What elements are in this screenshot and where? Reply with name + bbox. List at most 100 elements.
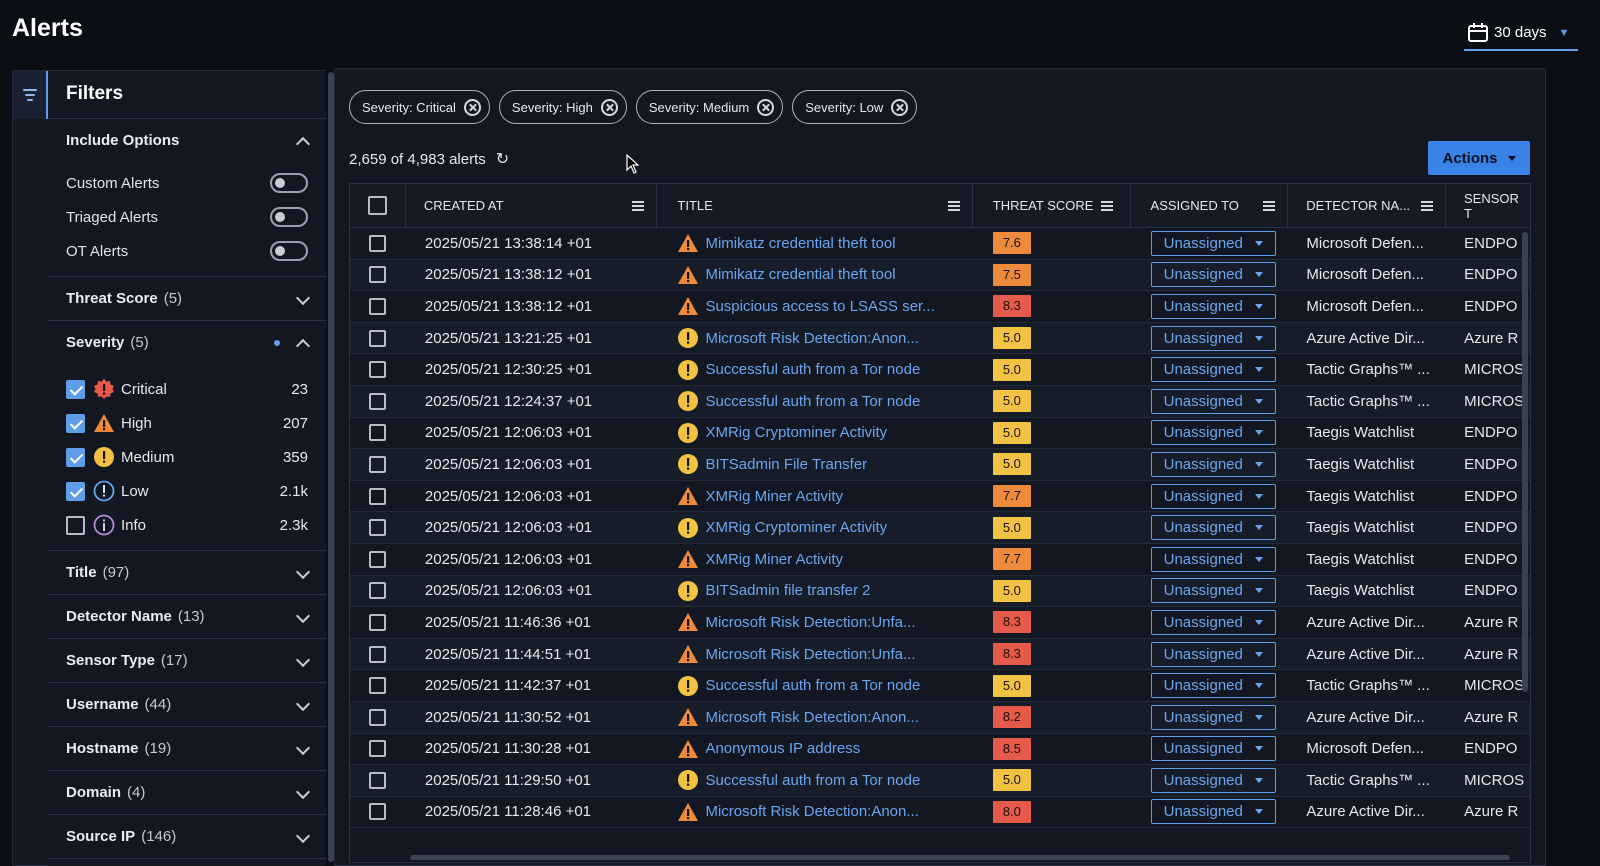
table-row[interactable]: 2025/05/21 13:38:12 +01 Mimikatz credenti… (350, 259, 1530, 292)
row-checkbox[interactable] (369, 645, 387, 663)
severity-checkbox[interactable] (66, 515, 85, 535)
assignee-dropdown[interactable]: Unassigned (1150, 451, 1277, 477)
filter-icon[interactable] (13, 71, 48, 119)
row-checkbox[interactable] (369, 613, 387, 631)
column-created-at[interactable]: CREATED AT (406, 184, 658, 227)
assignee-dropdown[interactable]: Unassigned (1150, 325, 1277, 351)
assignee-dropdown[interactable]: Unassigned (1150, 420, 1277, 446)
severity-item-medium[interactable]: Medium 359 (48, 440, 326, 474)
assignee-dropdown[interactable]: Unassigned (1150, 483, 1277, 509)
assignee-dropdown[interactable]: Unassigned (1150, 546, 1277, 572)
table-row[interactable]: 2025/05/21 11:46:36 +01 Microsoft Risk De… (350, 607, 1530, 639)
assignee-dropdown[interactable]: Unassigned (1150, 262, 1277, 288)
alert-title-link[interactable]: Anonymous IP address (705, 740, 860, 757)
sensor-type-header[interactable]: Sensor Type (17) (48, 639, 326, 682)
row-checkbox[interactable] (369, 708, 387, 726)
alert-title-link[interactable]: Successful auth from a Tor node (705, 772, 920, 789)
table-row[interactable]: 2025/05/21 11:42:37 +01 Successful auth f… (350, 670, 1530, 702)
alert-title-link[interactable]: XMRig Cryptominer Activity (705, 424, 887, 441)
alert-title-link[interactable]: Microsoft Risk Detection:Unfa... (705, 614, 915, 631)
row-checkbox[interactable] (369, 582, 387, 600)
assignee-dropdown[interactable]: Unassigned (1150, 641, 1277, 667)
remove-chip-icon[interactable] (757, 98, 775, 116)
remove-chip-icon[interactable] (600, 98, 618, 116)
row-checkbox[interactable] (369, 266, 387, 284)
alert-title-link[interactable]: Mimikatz credential theft tool (705, 266, 895, 283)
assignee-dropdown[interactable]: Unassigned (1150, 515, 1277, 541)
column-sensor-type[interactable]: SENSOR T (1446, 184, 1530, 227)
table-row[interactable]: 2025/05/21 11:28:46 +01 Microsoft Risk De… (350, 797, 1530, 829)
alert-title-link[interactable]: Microsoft Risk Detection:Anon... (705, 803, 918, 820)
row-checkbox[interactable] (369, 424, 387, 442)
table-row[interactable]: 2025/05/21 11:44:51 +01 Microsoft Risk De… (350, 638, 1530, 671)
detector-name-header[interactable]: Detector Name (13) (48, 595, 326, 638)
severity-item-high[interactable]: High 207 (48, 406, 326, 440)
row-checkbox[interactable] (369, 803, 387, 821)
table-row[interactable]: 2025/05/21 13:38:12 +01 Suspicious access… (350, 291, 1530, 323)
alert-title-link[interactable]: XMRig Miner Activity (705, 488, 843, 505)
table-vertical-scrollbar[interactable] (1522, 232, 1528, 692)
table-row[interactable]: 2025/05/21 13:38:14 +01 Mimikatz credenti… (350, 228, 1530, 260)
alert-title-link[interactable]: Microsoft Risk Detection:Anon... (705, 709, 918, 726)
row-checkbox[interactable] (369, 392, 387, 410)
assignee-dropdown[interactable]: Unassigned (1150, 230, 1277, 256)
date-range-picker[interactable]: 30 days ▼ (1464, 16, 1578, 51)
assignee-dropdown[interactable]: Unassigned (1150, 357, 1277, 383)
actions-button[interactable]: Actions (1428, 141, 1530, 175)
triaged-alerts-toggle[interactable] (270, 207, 308, 227)
alert-title-link[interactable]: Microsoft Risk Detection:Unfa... (705, 646, 915, 663)
severity-item-info[interactable]: Info 2.3k (48, 508, 326, 542)
assignee-dropdown[interactable]: Unassigned (1150, 767, 1277, 793)
assignee-dropdown[interactable]: Unassigned (1150, 293, 1277, 319)
remove-chip-icon[interactable] (891, 98, 909, 116)
alert-title-link[interactable]: XMRig Cryptominer Activity (705, 519, 887, 536)
severity-item-low[interactable]: Low 2.1k (48, 474, 326, 508)
assignee-dropdown[interactable]: Unassigned (1150, 388, 1277, 414)
hostname-header[interactable]: Hostname (19) (48, 727, 326, 770)
row-checkbox[interactable] (369, 329, 387, 347)
row-checkbox[interactable] (369, 550, 387, 568)
alert-title-link[interactable]: Suspicious access to LSASS ser... (705, 298, 934, 315)
table-horizontal-scrollbar[interactable] (410, 855, 1510, 860)
row-checkbox[interactable] (369, 519, 387, 537)
alert-title-link[interactable]: BITSadmin File Transfer (705, 456, 867, 473)
threat-score-header[interactable]: Threat Score (5) (48, 277, 326, 320)
row-checkbox[interactable] (369, 487, 387, 505)
column-detector-name[interactable]: DETECTOR NA... (1288, 184, 1446, 227)
column-menu-icon[interactable] (632, 200, 645, 211)
alert-title-link[interactable]: Microsoft Risk Detection:Anon... (705, 330, 918, 347)
filter-chip[interactable]: Severity: High (498, 90, 627, 124)
assignee-dropdown[interactable]: Unassigned (1150, 799, 1277, 825)
domain-header[interactable]: Domain (4) (48, 771, 326, 814)
alert-title-link[interactable]: Successful auth from a Tor node (705, 361, 920, 378)
severity-header[interactable]: Severity (5) (48, 321, 326, 364)
column-menu-icon[interactable] (947, 200, 960, 211)
table-row[interactable]: 2025/05/21 12:06:03 +01 XMRig Miner Activ… (350, 481, 1530, 513)
assignee-dropdown[interactable]: Unassigned (1150, 609, 1277, 635)
severity-checkbox[interactable] (66, 379, 85, 399)
table-row[interactable]: 2025/05/21 12:30:25 +01 Successful auth f… (350, 354, 1530, 386)
include-options-header[interactable]: Include Options (48, 119, 326, 162)
alert-title-link[interactable]: XMRig Miner Activity (705, 551, 843, 568)
table-row[interactable]: 2025/05/21 12:06:03 +01 XMRig Cryptominer… (350, 512, 1530, 544)
column-menu-icon[interactable] (1263, 200, 1276, 211)
row-checkbox[interactable] (369, 455, 387, 473)
ot-alerts-toggle[interactable] (270, 241, 308, 261)
alert-title-link[interactable]: BITSadmin file transfer 2 (705, 582, 870, 599)
severity-checkbox[interactable] (66, 413, 85, 433)
severity-checkbox[interactable] (66, 481, 85, 501)
table-row[interactable]: 2025/05/21 12:06:03 +01 XMRig Miner Activ… (350, 544, 1530, 576)
column-assigned-to[interactable]: ASSIGNED TO (1131, 184, 1289, 227)
assignee-dropdown[interactable]: Unassigned (1150, 704, 1277, 730)
alert-title-link[interactable]: Mimikatz credential theft tool (705, 235, 895, 252)
filter-chip[interactable]: Severity: Low (792, 90, 918, 124)
table-row[interactable]: 2025/05/21 12:24:37 +01 Successful auth f… (350, 385, 1530, 418)
remove-chip-icon[interactable] (463, 98, 481, 116)
assignee-dropdown[interactable]: Unassigned (1150, 736, 1277, 762)
table-row[interactable]: 2025/05/21 12:06:03 +01 BITSadmin File Tr… (350, 449, 1530, 481)
table-row[interactable]: 2025/05/21 13:21:25 +01 Microsoft Risk De… (350, 322, 1530, 355)
row-checkbox[interactable] (369, 740, 387, 758)
table-row[interactable]: 2025/05/21 11:30:52 +01 Microsoft Risk De… (350, 701, 1530, 734)
table-row[interactable]: 2025/05/21 12:06:03 +01 XMRig Cryptominer… (350, 418, 1530, 450)
column-menu-icon[interactable] (1101, 200, 1114, 211)
